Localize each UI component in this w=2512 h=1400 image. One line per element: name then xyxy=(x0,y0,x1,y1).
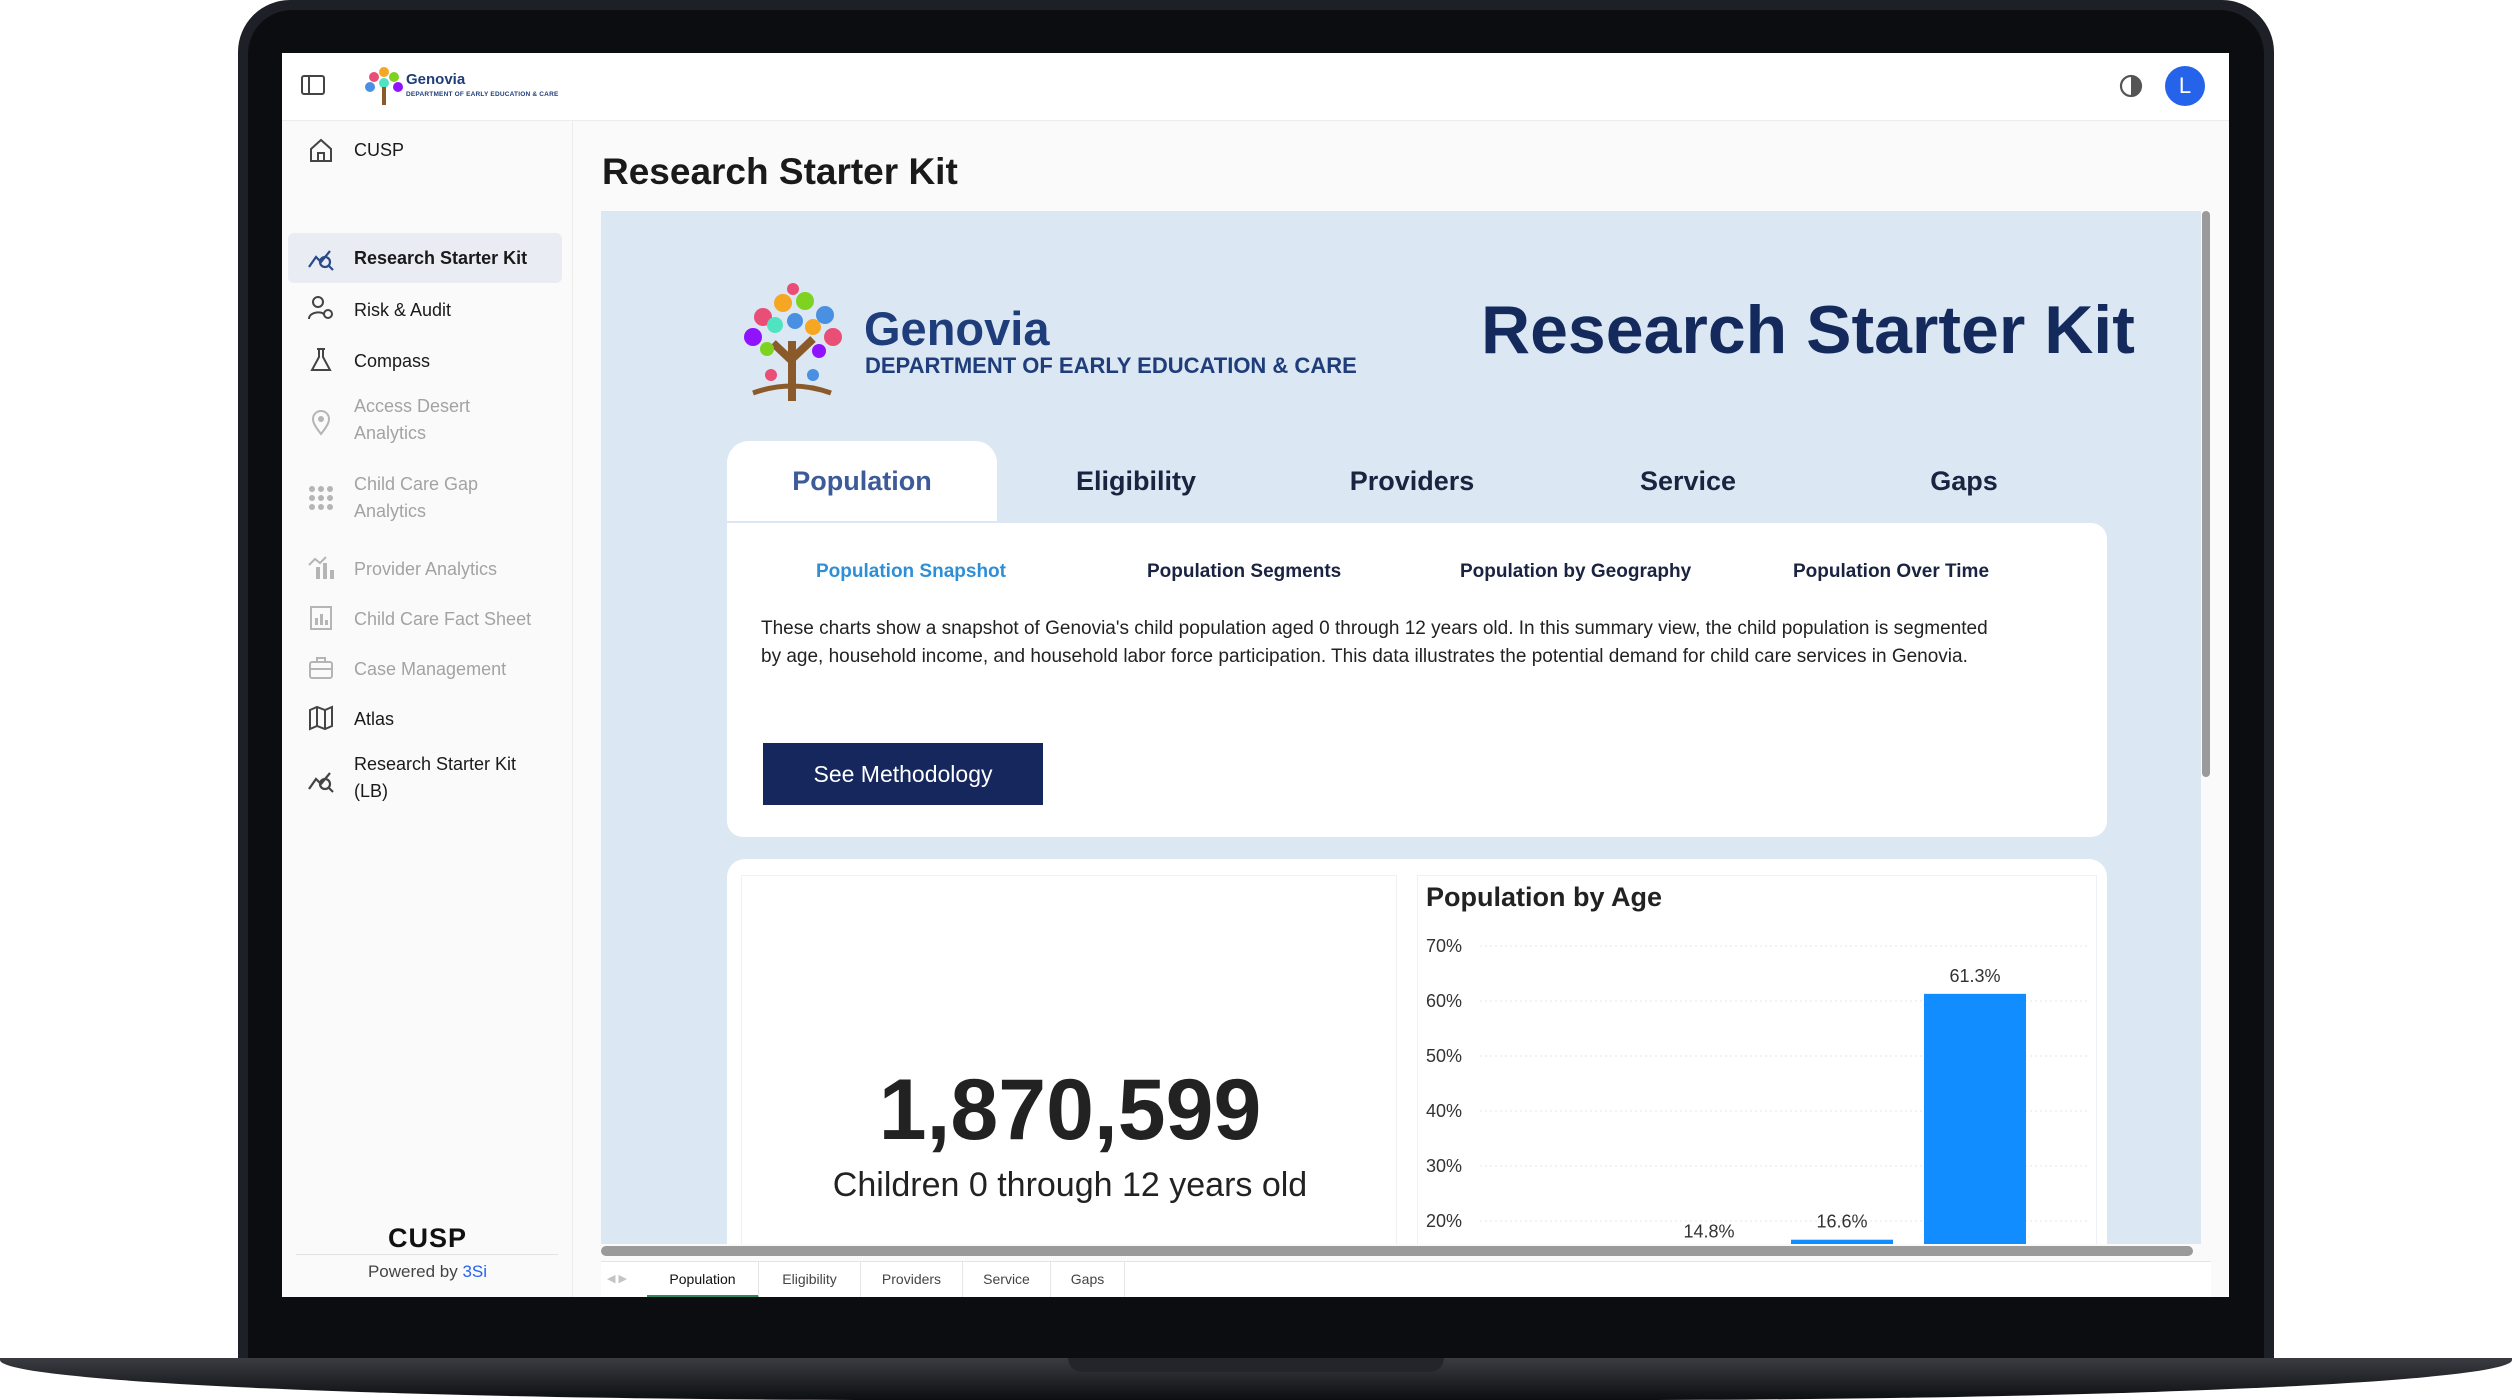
report-brand: Genovia xyxy=(864,302,1050,355)
user-avatar[interactable]: L xyxy=(2165,66,2205,106)
y-tick-label: 30% xyxy=(1426,1156,1462,1176)
powered-by-prefix: Powered by xyxy=(367,1262,458,1281)
tab-service[interactable]: Service xyxy=(1553,441,1823,521)
sidebar-item-label: Provider Analytics xyxy=(354,559,498,579)
report-brand-subtitle: DEPARTMENT OF EARLY EDUCATION & CARE xyxy=(865,353,1357,378)
sidebar-item-label: Access Desert Analytics xyxy=(354,396,471,443)
y-tick-label: 50% xyxy=(1426,1046,1462,1066)
population-description: These charts show a snapshot of Genovia'… xyxy=(761,615,2091,671)
sidebar-divider xyxy=(296,1254,558,1255)
map-pin-icon xyxy=(311,410,331,436)
tab-gaps[interactable]: Gaps xyxy=(1829,441,2099,521)
sidebar-item-label: Risk & Audit xyxy=(354,300,452,320)
sidebar-item-research-starter-kit-lb[interactable]: Research Starter Kit (LB) xyxy=(288,749,562,809)
kpi-total-children: 1,870,599 xyxy=(878,1062,1262,1158)
subtab-population-snapshot[interactable]: Population Snapshot xyxy=(816,561,1006,583)
theme-toggle-icon[interactable] xyxy=(2118,73,2144,99)
top-bar: Genovia DEPARTMENT OF EARLY EDUCATION & … xyxy=(282,53,2229,121)
page-tab-providers[interactable]: Providers xyxy=(861,1262,963,1297)
chart-title: Population by Age xyxy=(1426,882,1662,912)
sidebar-item-label: Research Starter Kit xyxy=(354,248,528,268)
genovia-logo-icon xyxy=(365,67,403,105)
y-tick-label: 60% xyxy=(1426,991,1462,1011)
report-vertical-scrollbar[interactable] xyxy=(2202,211,2210,777)
genovia-tree-logo-icon xyxy=(744,283,842,401)
bar xyxy=(1924,993,2026,1244)
app-screen: Genovia DEPARTMENT OF EARLY EDUCATION & … xyxy=(282,53,2229,1297)
data-label: 61.3% xyxy=(1949,966,2000,986)
powered-by: Powered by 3Si xyxy=(282,1262,573,1282)
tab-providers[interactable]: Providers xyxy=(1277,441,1547,521)
data-label: 16.6% xyxy=(1816,1212,1867,1232)
kpi-card: 1,870,599 Children 0 through 12 years ol… xyxy=(741,875,1397,1244)
sidebar-toggle-icon[interactable] xyxy=(300,73,326,97)
bar xyxy=(1791,1239,1893,1244)
subtab-population-by-geography[interactable]: Population by Geography xyxy=(1460,561,1691,583)
sidebar-item-child-care-gap-analytics[interactable]: Child Care Gap Analytics xyxy=(288,469,562,529)
population-by-age-svg: 70% 60% 50% 40% 30% 20% 14.8% 16.6% 61.3% xyxy=(1426,936,2088,1244)
kpi-label: Children 0 through 12 years old xyxy=(832,1166,1308,1204)
top-brand: Genovia xyxy=(406,71,466,88)
population-description-line-2: by age, household income, and household … xyxy=(761,646,1968,667)
sidebar-item-case-management[interactable]: Case Management xyxy=(288,649,562,689)
subtab-population-segments[interactable]: Population Segments xyxy=(1147,561,1341,583)
sidebar-item-access-desert-analytics[interactable]: Access Desert Analytics xyxy=(288,391,562,451)
tab-population[interactable]: Population xyxy=(727,441,997,521)
sidebar-item-label: Compass xyxy=(354,351,431,371)
snapshot-visuals: 1,870,599 Children 0 through 12 years ol… xyxy=(727,859,2107,1244)
sidebar-item-child-care-fact-sheet[interactable]: Child Care Fact Sheet xyxy=(288,599,562,639)
laptop-notch xyxy=(1068,1358,1444,1372)
sidebar-item-cusp[interactable]: CUSP xyxy=(288,135,562,165)
page-tab-eligibility[interactable]: Eligibility xyxy=(759,1262,861,1297)
population-panel: Population Snapshot Population Segments … xyxy=(727,523,2107,837)
sidebar-item-compass[interactable]: Compass xyxy=(288,341,562,381)
sidebar-item-label: Child Care Fact Sheet xyxy=(354,609,532,629)
chart-search-icon xyxy=(308,250,334,271)
report-canvas: Genovia DEPARTMENT OF EARLY EDUCATION & … xyxy=(601,211,2201,1244)
subtab-population-over-time[interactable]: Population Over Time xyxy=(1793,561,1989,583)
y-tick-label: 20% xyxy=(1426,1211,1462,1231)
tab-eligibility[interactable]: Eligibility xyxy=(1001,441,1271,521)
fact-sheet-icon xyxy=(310,606,332,630)
population-description-line-1: These charts show a snapshot of Genovia'… xyxy=(761,618,1988,639)
page-tab-service[interactable]: Service xyxy=(963,1262,1051,1297)
page-nav-arrows-icon[interactable]: ◀ ▶ xyxy=(607,1272,627,1285)
page-tabs-bar: ◀ ▶ Population Eligibility Providers Ser… xyxy=(601,1261,2211,1297)
see-methodology-button[interactable]: See Methodology xyxy=(763,743,1043,805)
cusp-footer-logo: CUSP xyxy=(387,1223,467,1253)
flask-icon xyxy=(310,348,332,371)
sidebar-item-risk-audit[interactable]: Risk & Audit xyxy=(288,289,562,329)
sidebar-item-atlas[interactable]: Atlas xyxy=(288,699,562,739)
sidebar-item-provider-analytics[interactable]: Provider Analytics xyxy=(288,549,562,589)
map-icon xyxy=(309,705,333,731)
sidebar-item-label: Case Management xyxy=(354,659,507,679)
report-title: Research Starter Kit xyxy=(1481,292,2135,368)
sidebar-item-label: Child Care Gap Analytics xyxy=(354,474,479,521)
page-tab-gaps[interactable]: Gaps xyxy=(1051,1262,1125,1297)
population-by-age-chart: Population by Age 70% 60% 50% 40% 30% 20% 14.8… xyxy=(1417,875,2097,1244)
sidebar-item-label: Research Starter Kit (LB) xyxy=(354,754,517,801)
sidebar-item-label: Atlas xyxy=(354,709,395,729)
user-audit-icon xyxy=(308,296,333,320)
data-label: 14.8% xyxy=(1683,1222,1734,1242)
sidebar-item-label: CUSP xyxy=(354,140,405,160)
sidebar-item-research-starter-kit[interactable]: Research Starter Kit xyxy=(288,233,562,283)
powered-by-brand[interactable]: 3Si xyxy=(462,1262,487,1281)
provider-chart-icon xyxy=(308,556,334,579)
y-tick-label: 40% xyxy=(1426,1101,1462,1121)
home-icon xyxy=(310,138,332,162)
briefcase-icon xyxy=(309,657,333,679)
sidebar: CUSP Research Starter Kit Risk & Audit C… xyxy=(282,121,573,1297)
chart-search-icon xyxy=(308,772,334,793)
page-tab-population[interactable]: Population xyxy=(647,1262,759,1297)
top-brand-subtitle: DEPARTMENT OF EARLY EDUCATION & CARE xyxy=(406,91,559,98)
y-tick-label: 70% xyxy=(1426,936,1462,956)
page-title: Research Starter Kit xyxy=(602,151,958,192)
report-horizontal-scrollbar[interactable] xyxy=(601,1246,2193,1256)
grid-dots-icon xyxy=(309,486,333,510)
